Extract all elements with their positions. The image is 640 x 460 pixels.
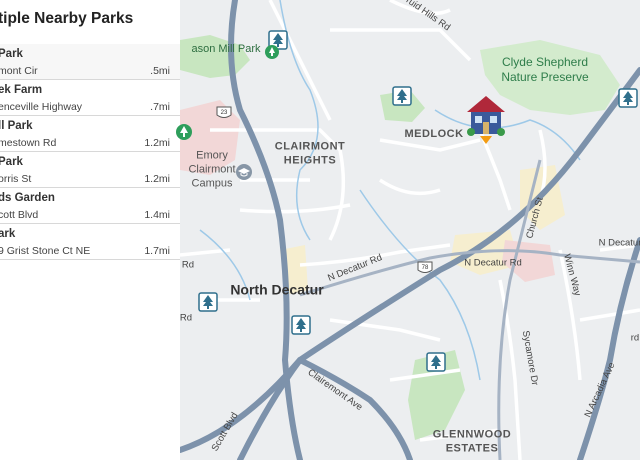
north-decatur-label: North Decatur (230, 281, 324, 298)
nearby-parks-panel: tiple Nearby Parks Park mont Cir .5mi ek… (0, 0, 180, 460)
park-name: ll Park (0, 120, 33, 132)
park-distance: .7mi (150, 101, 170, 113)
rd-fragment-label: Rd (179, 312, 193, 324)
park-address: orris St (0, 173, 32, 185)
rd-fragment-label: rd (630, 332, 640, 344)
park-name: Park (0, 48, 23, 60)
park-list-item[interactable]: ds Garden cott Blvd 1.4mi (0, 188, 180, 224)
us-78-shield-text: 78 (422, 265, 429, 271)
park-distance: 1.2mi (144, 173, 170, 185)
park-distance: 1.7mi (144, 245, 170, 257)
park-address: cott Blvd (0, 209, 39, 221)
us-78-shield: 78 (417, 261, 433, 275)
tree-pin-icon[interactable] (426, 352, 446, 372)
park-list-item[interactable]: Park orris St 1.2mi (0, 152, 180, 188)
park-name: ds Garden (0, 192, 55, 204)
panel-title: tiple Nearby Parks (0, 10, 134, 27)
mason-mill-park-label: ason Mill Park (191, 43, 261, 56)
us-23-shield: 23 (216, 106, 232, 120)
n-decatur-far-label: N Decatur (598, 237, 640, 249)
park-address: mestown Rd (0, 137, 57, 149)
park-list-item[interactable]: ek Farm enceville Highway .7mi (0, 80, 180, 116)
tree-pin-icon[interactable] (392, 86, 412, 106)
park-distance: 1.2mi (144, 137, 170, 149)
park-list-item[interactable]: ark 9 Grist Stone Ct NE 1.7mi (0, 224, 180, 260)
school-marker-icon[interactable] (234, 162, 254, 182)
park-list-item[interactable]: ll Park mestown Rd 1.2mi (0, 116, 180, 152)
n-decatur-rd-east-label: N Decatur Rd (464, 257, 522, 269)
tree-pin-icon[interactable] (291, 315, 311, 335)
us-23-shield-text: 23 (221, 110, 228, 116)
park-address: 9 Grist Stone Ct NE (0, 245, 91, 257)
map-view[interactable]: ason Mill Park Clyde Shepherd Nature Pre… (176, 0, 640, 460)
park-name: Park (0, 156, 23, 168)
park-address: mont Cir (0, 65, 38, 77)
clyde-shepherd-label: Clyde Shepherd Nature Preserve (501, 55, 589, 84)
park-distance: .5mi (150, 65, 170, 77)
tree-pin-icon[interactable] (198, 292, 218, 312)
park-name: ek Farm (0, 84, 43, 96)
park-name: ark (0, 228, 16, 240)
home-pin-icon[interactable] (463, 92, 509, 148)
clairmont-heights-label: CLAIRMONT HEIGHTS (274, 140, 346, 166)
park-marker-icon[interactable] (262, 42, 282, 62)
medlock-label: MEDLOCK (404, 128, 464, 141)
glennwood-estates-label: GLENNWOOD ESTATES (432, 428, 512, 454)
rd-fragment-label: Rd (181, 259, 195, 271)
park-address: enceville Highway (0, 101, 83, 113)
park-distance: 1.4mi (144, 209, 170, 221)
tree-pin-icon[interactable] (618, 88, 638, 108)
park-list: Park mont Cir .5mi ek Farm enceville Hig… (0, 44, 180, 260)
park-marker-icon[interactable] (174, 122, 194, 142)
park-list-item[interactable]: Park mont Cir .5mi (0, 44, 180, 80)
